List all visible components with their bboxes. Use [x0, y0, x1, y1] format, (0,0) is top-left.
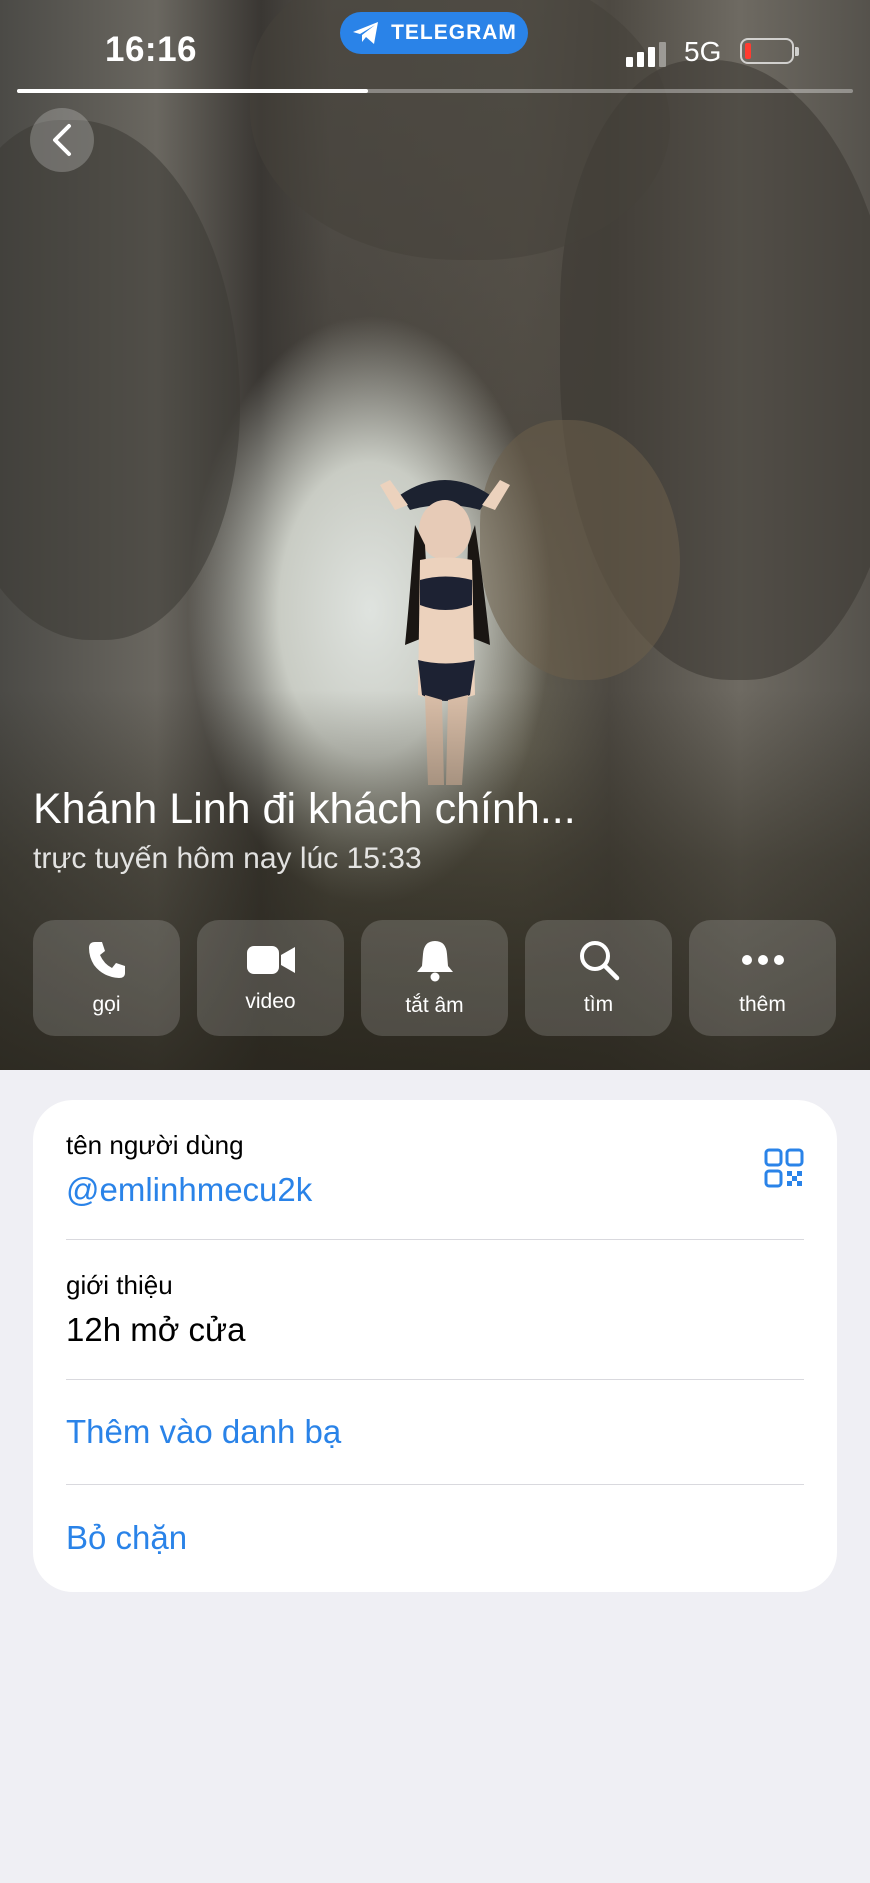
status-bar: 16:16 TELEGRAM 5G: [0, 0, 870, 100]
bell-icon: [416, 941, 453, 982]
video-label: video: [245, 990, 296, 1013]
action-buttons: gọi video tắt âm tìm thêm: [33, 920, 836, 1036]
profile-status: trực tuyến hôm nay lúc 15:33: [33, 842, 422, 875]
add-contact-button[interactable]: Thêm vào danh bạ: [66, 1413, 341, 1451]
phone-icon: [88, 942, 125, 978]
video-button[interactable]: video: [197, 920, 344, 1036]
bio-label: giới thiệu: [66, 1270, 173, 1300]
signal-icon: [626, 42, 666, 67]
video-camera-icon: [246, 946, 295, 974]
network-type: 5G: [684, 36, 722, 67]
more-label: thêm: [739, 993, 786, 1016]
back-button[interactable]: [30, 108, 94, 172]
chevron-left-icon: [53, 124, 71, 156]
search-icon: [579, 941, 619, 981]
story-progress-bar: [17, 89, 853, 93]
username-value[interactable]: @emlinhmecu2k: [66, 1171, 804, 1209]
unblock-button[interactable]: Bỏ chặn: [66, 1519, 187, 1557]
bio-value: 12h mở cửa: [66, 1311, 246, 1348]
more-button[interactable]: thêm: [689, 920, 836, 1036]
story-progress-fill: [17, 89, 369, 93]
telegram-badge-label: TELEGRAM: [391, 21, 517, 44]
battery-icon: [740, 38, 799, 64]
unblock-row[interactable]: Bỏ chặn: [66, 1485, 804, 1590]
more-dots-icon: [741, 955, 784, 965]
username-row[interactable]: tên người dùng @emlinhmecu2k: [66, 1100, 804, 1240]
bio-row: giới thiệu 12h mở cửa: [66, 1240, 804, 1380]
profile-name: Khánh Linh đi khách chính...: [33, 785, 576, 833]
mute-label: tắt âm: [405, 994, 464, 1017]
status-time: 16:16: [105, 30, 198, 69]
info-card: tên người dùng @emlinhmecu2k giới thiệu …: [33, 1100, 837, 1592]
profile-photo[interactable]: [0, 0, 870, 1070]
call-button[interactable]: gọi: [33, 920, 180, 1036]
telegram-badge[interactable]: TELEGRAM: [340, 12, 528, 54]
search-button[interactable]: tìm: [525, 920, 672, 1036]
mute-button[interactable]: tắt âm: [361, 920, 508, 1036]
search-label: tìm: [583, 993, 614, 1016]
rock-texture: [0, 120, 240, 640]
username-label: tên người dùng: [66, 1130, 244, 1160]
qr-code-icon[interactable]: [764, 1148, 804, 1188]
battery-level: [745, 43, 751, 59]
call-label: gọi: [92, 993, 121, 1016]
telegram-icon: [353, 22, 379, 44]
add-contact-row[interactable]: Thêm vào danh bạ: [66, 1380, 804, 1485]
